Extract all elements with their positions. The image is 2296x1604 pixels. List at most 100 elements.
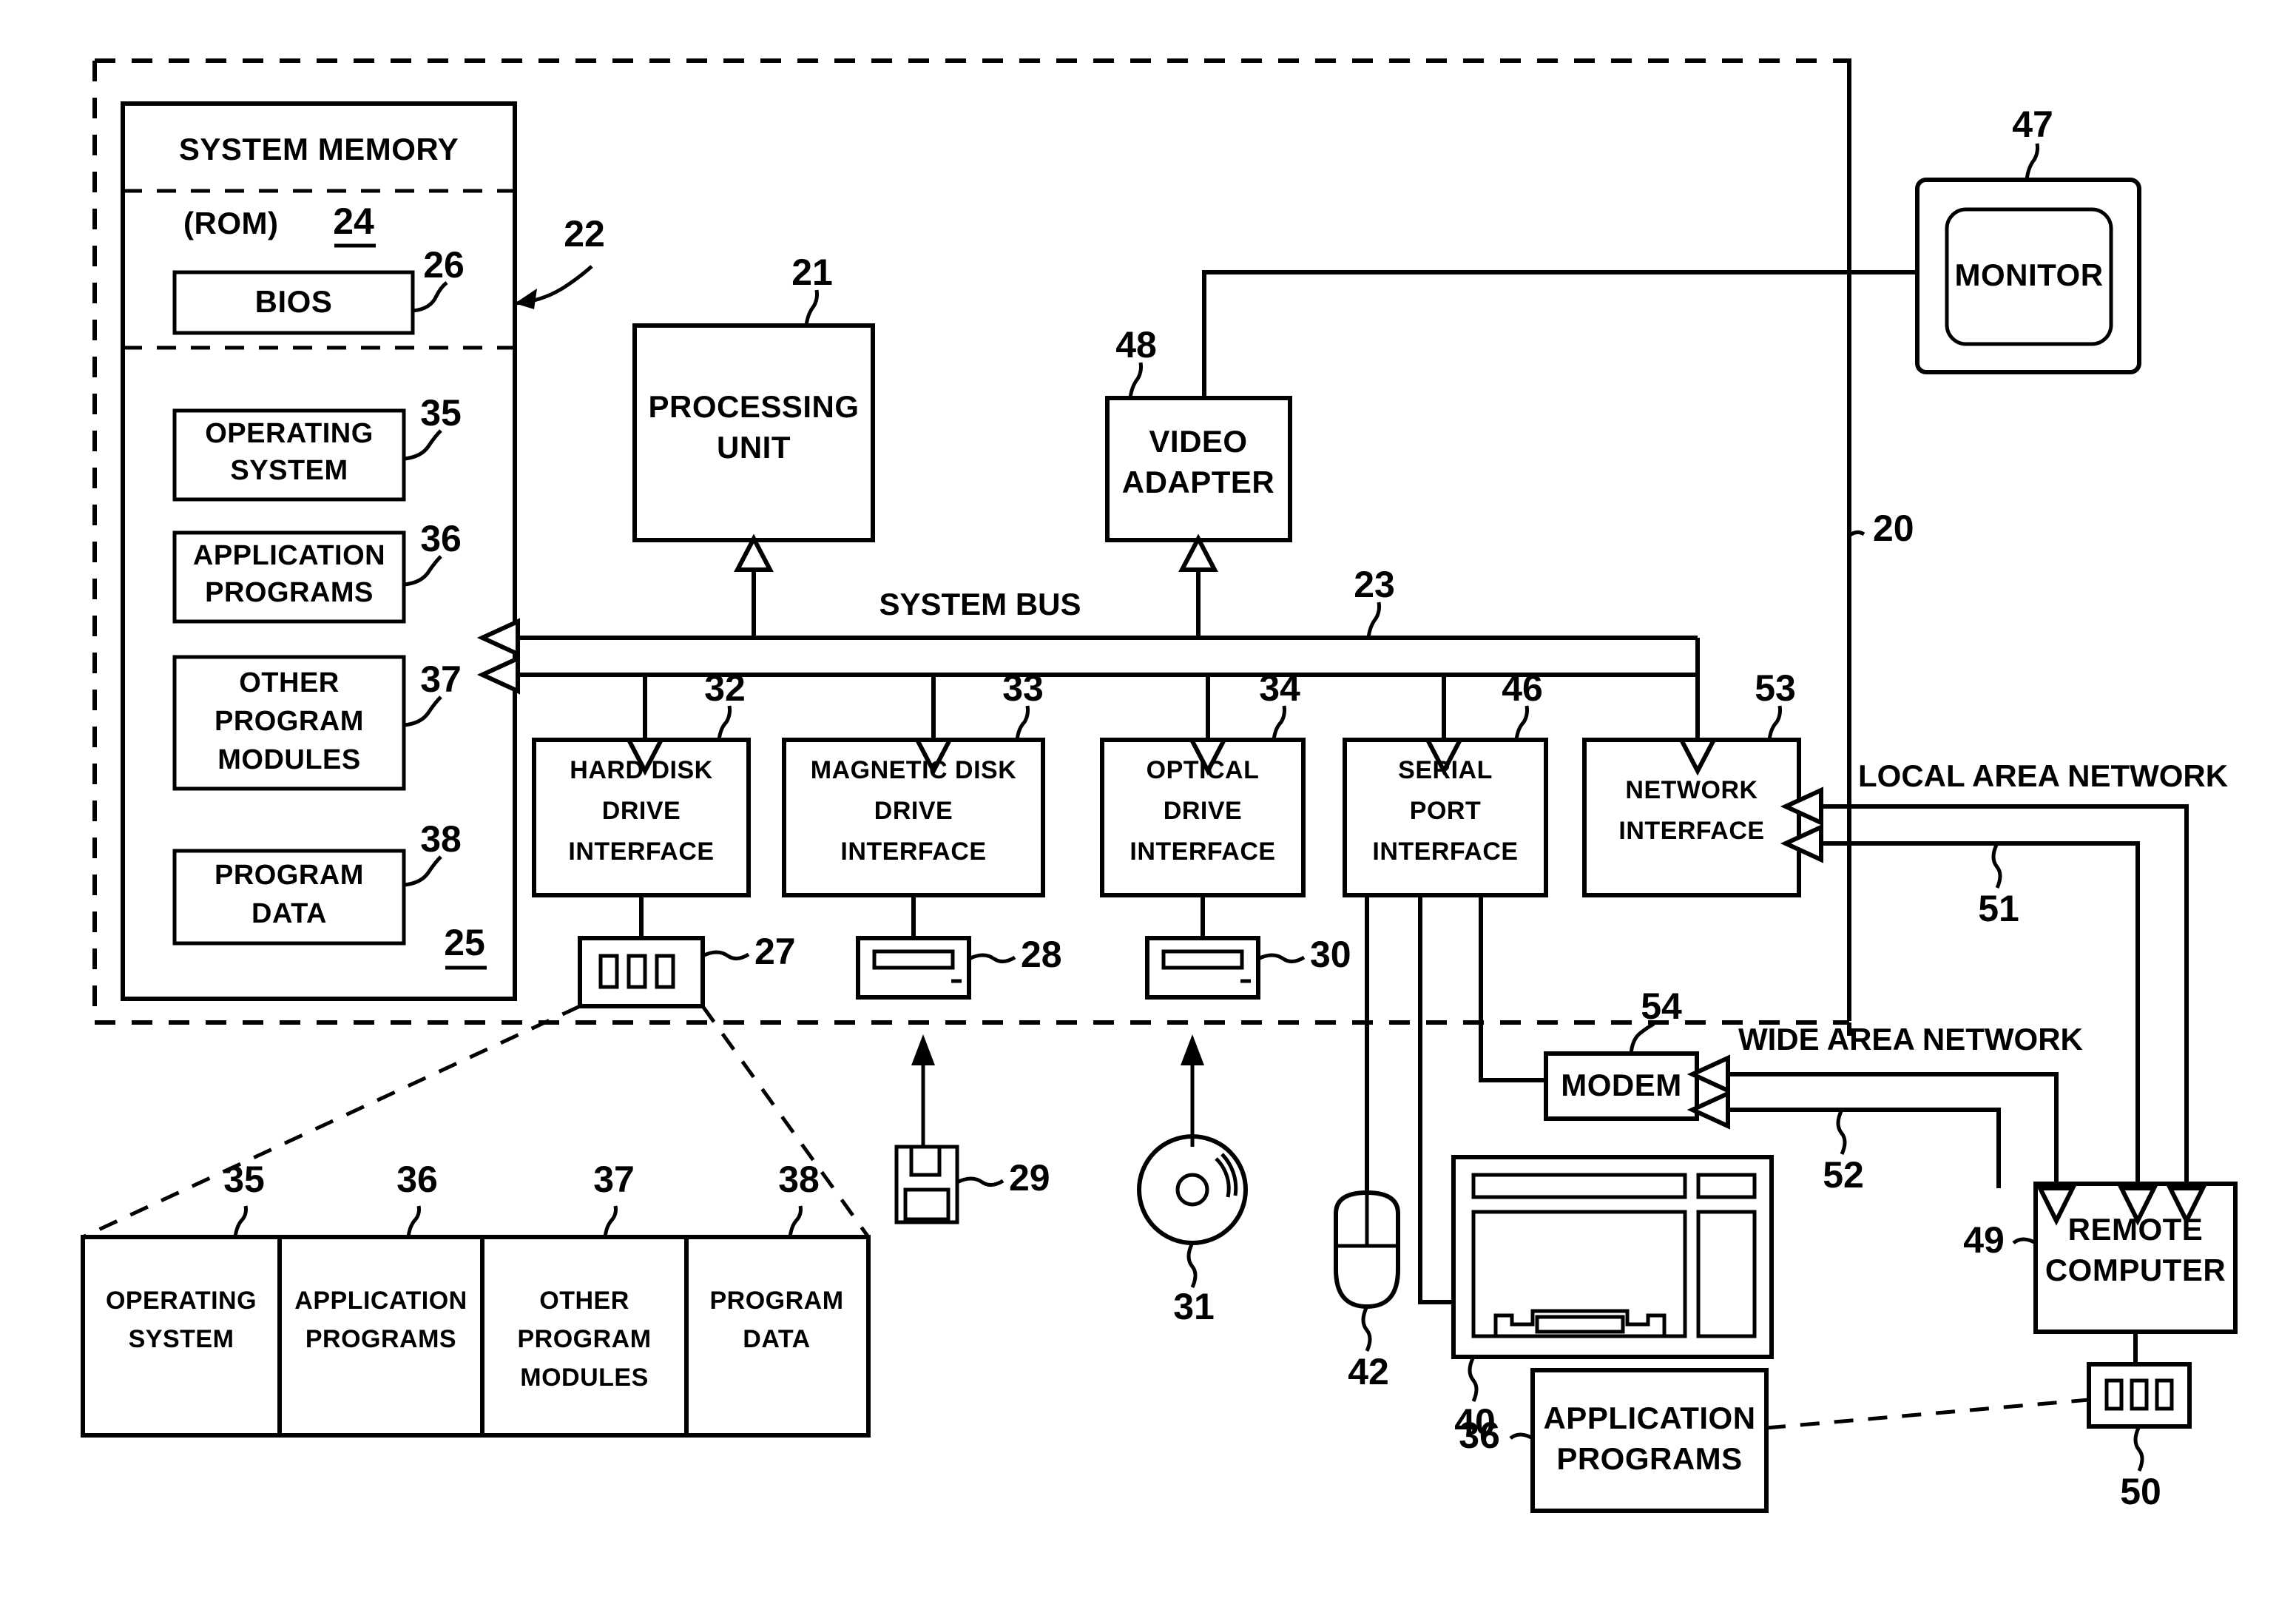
breakout-cell-3-ref: 37 xyxy=(593,1159,635,1200)
remote-computer-label-1: REMOTE xyxy=(2068,1212,2204,1247)
memory-other-program-modules-label-2: PROGRAM xyxy=(215,706,364,737)
keyboard-icon xyxy=(1451,1155,1774,1359)
bus-arrow-to-memory-1 xyxy=(476,618,520,658)
lan-ref: 51 xyxy=(1978,888,2019,929)
memory-pd-leader xyxy=(403,855,442,887)
lan-arrow-into-network-interface-1 xyxy=(1780,786,1823,826)
remote-computer-ref: 49 xyxy=(1963,1219,2005,1261)
remote-application-programs-label-1: APPLICATION xyxy=(1543,1401,1755,1435)
mouse-ref: 42 xyxy=(1348,1351,1389,1392)
memory-application-programs-label-2: PROGRAMS xyxy=(205,577,374,608)
optical-disc-leader xyxy=(1186,1241,1198,1289)
odd-interface-label-2: DRIVE xyxy=(1164,797,1242,825)
mdd-interface-label-2: DRIVE xyxy=(874,797,953,825)
remote-application-programs-ref: 36 xyxy=(1459,1415,1500,1456)
hdd-icon-slot-3 xyxy=(655,954,675,989)
odd-interface-ref: 34 xyxy=(1259,667,1300,709)
floppy-leader xyxy=(956,1176,1004,1187)
remote-app-to-disk-dashed xyxy=(1766,1398,2090,1430)
wan-wire-outbound xyxy=(1728,1072,2059,1188)
rom-label: (ROM) xyxy=(183,206,278,240)
remote-computer-label-2: COMPUTER xyxy=(2045,1253,2226,1287)
optical-drive-ref: 30 xyxy=(1310,934,1351,975)
remote-hard-disk-icon xyxy=(2087,1362,2192,1429)
breakout-cell-4-label-1: PROGRAM xyxy=(709,1287,843,1315)
optical-disc-ref: 31 xyxy=(1173,1286,1215,1327)
system-bus-label: SYSTEM BUS xyxy=(879,587,1081,621)
memory-application-programs-ref: 36 xyxy=(420,518,462,559)
hdd-expand-line-right xyxy=(700,1005,871,1239)
serial-interface-label-3: INTERFACE xyxy=(1372,838,1518,866)
ram-ref: 25 xyxy=(444,922,485,963)
processing-unit-label-2: UNIT xyxy=(717,430,791,465)
video-adapter-leader xyxy=(1128,362,1143,399)
remote-app-ref-leader xyxy=(1509,1432,1534,1440)
hdd-icon-slot-2 xyxy=(627,954,647,989)
mdd-icon-leader xyxy=(968,953,1016,963)
wan-label: WIDE AREA NETWORK xyxy=(1738,1022,2083,1057)
system-bus-ref: 23 xyxy=(1354,564,1395,605)
memory-other-program-modules-label-3: MODULES xyxy=(217,744,361,775)
hdd-icon-leader xyxy=(701,950,750,960)
modem-leader xyxy=(1629,1022,1655,1054)
breakout-cell-1-ref: 35 xyxy=(223,1159,265,1200)
video-adapter-ref: 48 xyxy=(1115,324,1157,365)
bios-label: BIOS xyxy=(255,284,333,319)
memory-operating-system-label-1: OPERATING xyxy=(205,418,374,449)
mdd-interface-label-1: MAGNETIC DISK xyxy=(811,756,1017,784)
breakout-cell-2-leader xyxy=(406,1205,421,1238)
network-interface-label-2: INTERFACE xyxy=(1618,817,1764,845)
bus-to-cpu-arrow xyxy=(734,533,774,572)
system-memory-ref-arrowhead xyxy=(515,289,537,309)
remote-hard-disk-ref: 50 xyxy=(2120,1471,2161,1512)
breakout-cell-1-leader xyxy=(233,1205,248,1238)
mdd-icon-slot xyxy=(872,949,955,970)
hdd-interface-label-2: DRIVE xyxy=(602,797,681,825)
breakout-cell-3-leader xyxy=(603,1205,618,1238)
breakout-cell-3-label-3: MODULES xyxy=(520,1364,649,1392)
keyboard-row-top-left xyxy=(1471,1173,1687,1199)
hdd-interface-label-3: INTERFACE xyxy=(568,838,714,866)
lan-label: LOCAL AREA NETWORK xyxy=(1858,758,2228,793)
serial-interface-label-1: SERIAL xyxy=(1398,756,1493,784)
mouse-leader xyxy=(1361,1305,1372,1352)
serial-to-modem-wire xyxy=(1479,895,1546,1082)
floppy-disk-ref: 29 xyxy=(1009,1157,1050,1199)
breakout-cell-2-ref: 36 xyxy=(396,1159,438,1200)
hdd-interface-leader xyxy=(717,705,732,741)
breakout-cell-2-label-2: PROGRAMS xyxy=(305,1325,456,1353)
breakout-cell-3-label-1: OTHER xyxy=(539,1287,629,1315)
remote-application-programs-box xyxy=(1530,1368,1769,1513)
mdd-interface-ref: 33 xyxy=(1002,667,1044,709)
magnetic-disk-drive-ref: 28 xyxy=(1021,934,1062,975)
wan-ref-leader xyxy=(1836,1108,1847,1156)
disc-insert-arrow-head xyxy=(1181,1034,1204,1065)
serial-interface-ref: 46 xyxy=(1502,667,1543,709)
breakout-cell-3-label-2: PROGRAM xyxy=(517,1325,651,1353)
hard-disk-drive-icon xyxy=(578,936,705,1008)
processing-unit-label-1: PROCESSING xyxy=(648,389,859,424)
bus-to-network-arrow xyxy=(1678,738,1718,776)
remote-hdd-leader xyxy=(2133,1425,2144,1472)
lan-arrow-into-network-interface-2 xyxy=(1780,823,1823,863)
system-ref-squiggle xyxy=(1848,530,1866,538)
memory-other-program-modules-label-1: OTHER xyxy=(239,667,340,698)
hdd-interface-ref: 32 xyxy=(704,667,746,709)
monitor-ref: 47 xyxy=(2012,104,2053,145)
memory-app-leader xyxy=(403,555,442,587)
network-interface-ref: 53 xyxy=(1755,667,1796,709)
monitor-leader xyxy=(2025,143,2039,181)
memory-program-data-ref: 38 xyxy=(420,818,462,860)
rom-ref: 24 xyxy=(333,200,374,242)
remote-application-programs-label-2: PROGRAMS xyxy=(1556,1441,1742,1476)
optical-disc-sheen-2 xyxy=(1215,1157,1231,1198)
memory-program-data-label-2: DATA xyxy=(251,898,327,929)
video-adapter-label-1: VIDEO xyxy=(1149,424,1247,459)
modem-ref: 54 xyxy=(1641,985,1682,1027)
system-memory-label: SYSTEM MEMORY xyxy=(179,132,459,166)
mdd-interface-label-3: INTERFACE xyxy=(840,838,986,866)
breakout-cell-1-label-2: SYSTEM xyxy=(129,1325,234,1353)
remote-hdd-slot-1 xyxy=(2104,1378,2124,1411)
video-adapter-label-2: ADAPTER xyxy=(1122,465,1275,499)
memory-os-leader xyxy=(403,429,442,461)
